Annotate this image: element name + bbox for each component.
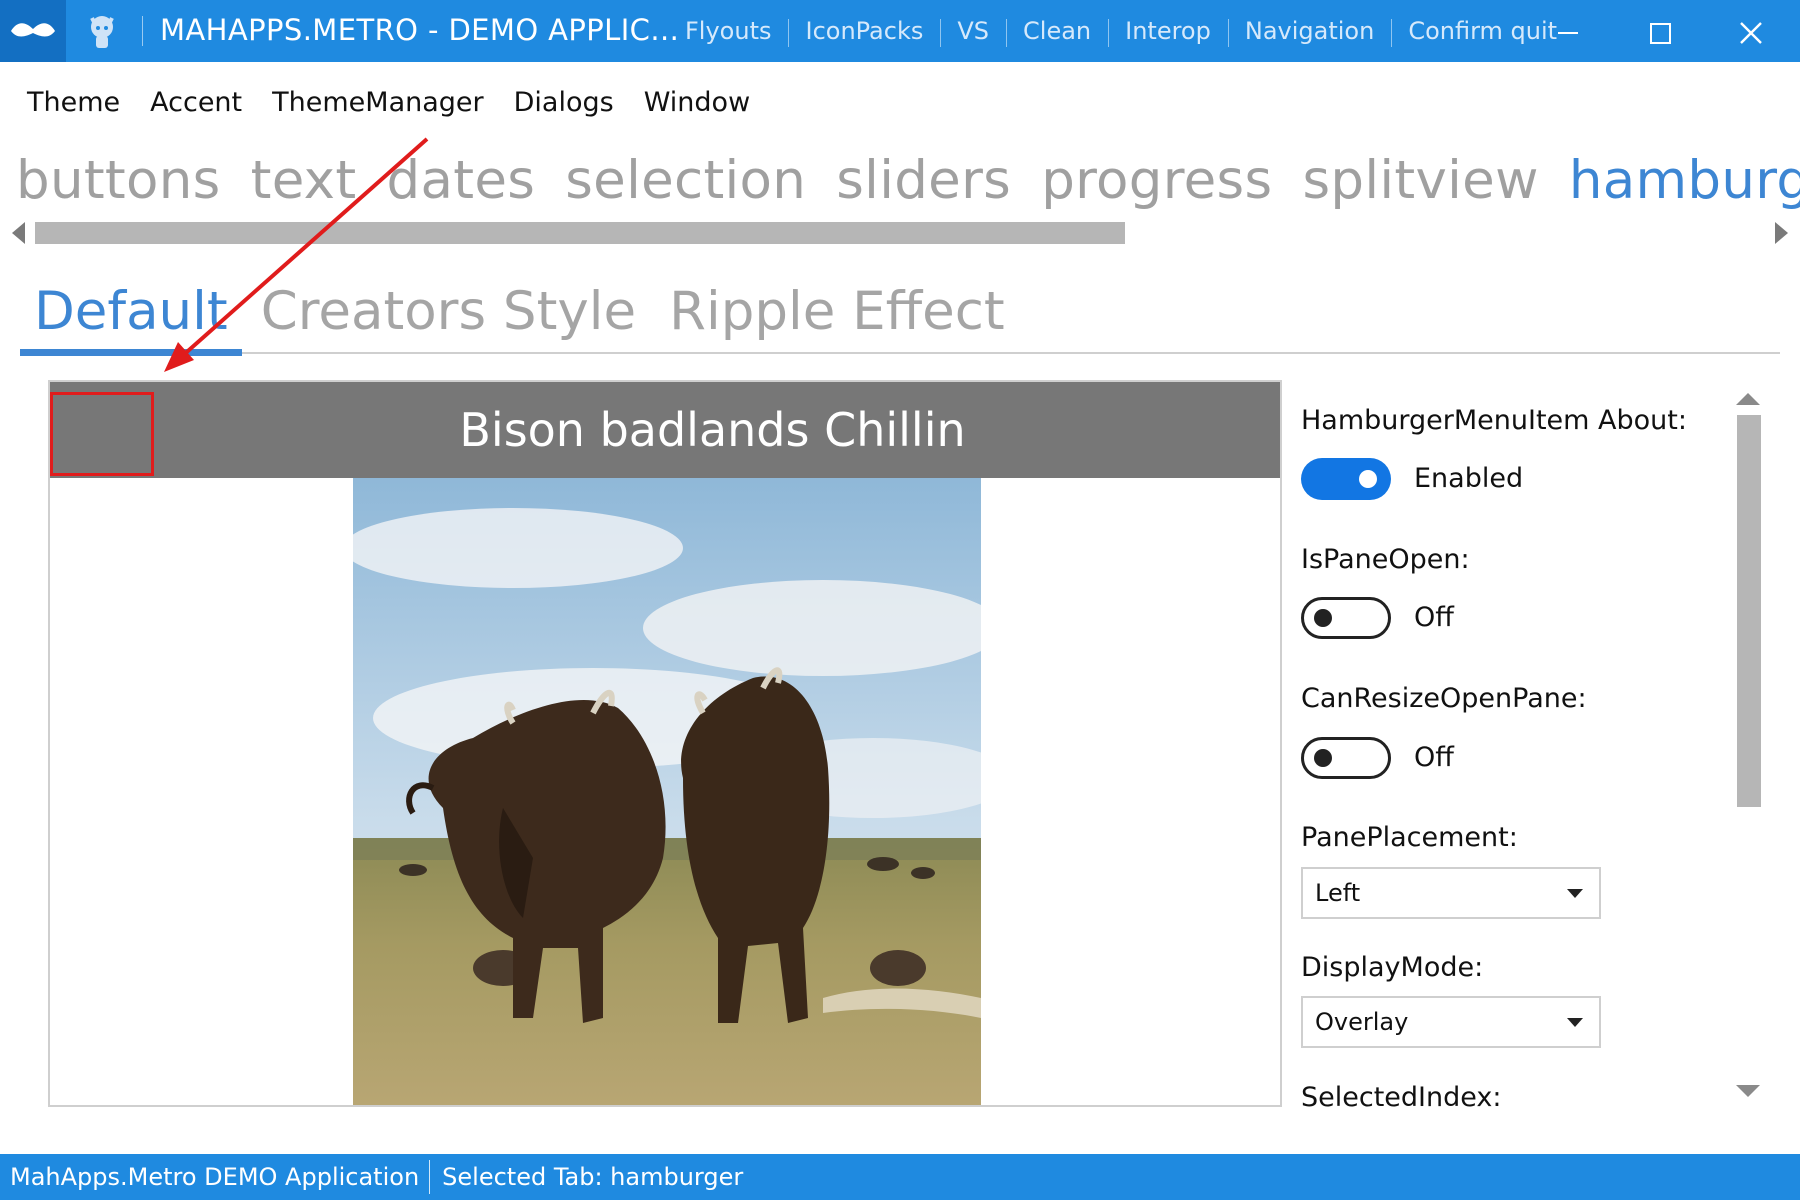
minimize-button[interactable] xyxy=(1524,0,1614,62)
tab-hamburger[interactable]: hamburger xyxy=(1569,150,1800,211)
can-resize-label: CanResizeOpenPane: xyxy=(1301,683,1587,714)
title-separator xyxy=(142,16,143,46)
tab-selection[interactable]: selection xyxy=(565,150,806,211)
pane-placement-label: PanePlacement: xyxy=(1301,822,1518,853)
menu-thememanager[interactable]: ThemeManager xyxy=(257,87,498,118)
iconpacks-command[interactable]: IconPacks xyxy=(788,17,940,47)
pane-open-label: IsPaneOpen: xyxy=(1301,544,1470,575)
tab-splitview[interactable]: splitview xyxy=(1302,150,1538,211)
about-item-state: Enabled xyxy=(1414,463,1524,494)
can-resize-toggle[interactable] xyxy=(1301,737,1391,779)
main-tab-strip: buttons text dates selection sliders pro… xyxy=(16,150,1800,220)
window-commands: Flyouts IconPacks VS Clean Interop Navig… xyxy=(668,0,1574,62)
pane-open-state: Off xyxy=(1414,602,1454,633)
close-icon xyxy=(1740,22,1762,44)
display-mode-value: Overlay xyxy=(1315,1008,1409,1036)
scroll-right-icon[interactable] xyxy=(1775,222,1788,244)
title-bar: MAHAPPS.METRO - DEMO APPLIC... Flyouts I… xyxy=(0,0,1800,62)
scrollbar-thumb[interactable] xyxy=(35,222,1125,244)
hamburger-menu-demo: Bison badlands Chillin xyxy=(48,380,1282,1107)
clean-command[interactable]: Clean xyxy=(1006,17,1108,47)
interop-command[interactable]: Interop xyxy=(1108,17,1228,47)
mahapps-logo-icon[interactable] xyxy=(0,0,66,62)
hamburger-settings-panel: HamburgerMenuItem About: Enabled IsPaneO… xyxy=(1301,380,1721,1120)
sub-tab-strip: Default Creators Style Ripple Effect xyxy=(20,270,1780,356)
subtab-default[interactable]: Default xyxy=(20,270,242,356)
window-title: MAHAPPS.METRO - DEMO APPLIC... xyxy=(160,13,680,47)
selected-index-label: SelectedIndex: xyxy=(1301,1082,1502,1113)
maximize-button[interactable] xyxy=(1614,0,1704,62)
github-icon[interactable] xyxy=(84,12,120,50)
scroll-up-icon[interactable] xyxy=(1736,393,1760,405)
subtab-creators-style[interactable]: Creators Style xyxy=(247,270,650,354)
menu-window[interactable]: Window xyxy=(629,87,765,118)
menu-bar: Theme Accent ThemeManager Dialogs Window xyxy=(0,62,1800,142)
chevron-down-icon xyxy=(1567,889,1583,898)
about-item-label: HamburgerMenuItem About: xyxy=(1301,405,1687,436)
menu-dialogs[interactable]: Dialogs xyxy=(499,87,629,118)
display-mode-combobox[interactable]: Overlay xyxy=(1301,996,1601,1048)
menu-accent[interactable]: Accent xyxy=(135,87,257,118)
settings-vertical-scrollbar[interactable] xyxy=(1730,385,1770,1105)
tab-text[interactable]: text xyxy=(251,150,357,211)
tab-horizontal-scrollbar[interactable] xyxy=(0,218,1800,248)
tab-progress[interactable]: progress xyxy=(1041,150,1272,211)
status-bar: MahApps.Metro DEMO Application Selected … xyxy=(0,1154,1800,1200)
subtab-ripple-effect[interactable]: Ripple Effect xyxy=(655,270,1019,354)
pane-placement-value: Left xyxy=(1315,879,1361,907)
hamburger-toggle-button[interactable] xyxy=(50,392,154,476)
flyouts-command[interactable]: Flyouts xyxy=(668,17,788,45)
vs-command[interactable]: VS xyxy=(940,17,1006,47)
about-item-toggle[interactable] xyxy=(1301,458,1391,500)
tab-dates[interactable]: dates xyxy=(387,150,536,211)
navigation-command[interactable]: Navigation xyxy=(1227,17,1391,47)
pane-placement-combobox[interactable]: Left xyxy=(1301,867,1601,919)
tab-buttons[interactable]: buttons xyxy=(16,150,221,211)
pane-open-toggle[interactable] xyxy=(1301,597,1391,639)
tab-sliders[interactable]: sliders xyxy=(836,150,1011,211)
display-mode-label: DisplayMode: xyxy=(1301,952,1484,983)
status-app-name: MahApps.Metro DEMO Application xyxy=(10,1163,420,1191)
scroll-down-icon[interactable] xyxy=(1736,1085,1760,1097)
menu-theme[interactable]: Theme xyxy=(12,87,135,118)
status-selected-tab: Selected Tab: hamburger xyxy=(429,1160,755,1194)
scroll-left-icon[interactable] xyxy=(12,222,25,244)
scrollbar-thumb[interactable] xyxy=(1737,415,1761,807)
content-title: Bison badlands Chillin xyxy=(459,403,966,457)
chevron-down-icon xyxy=(1567,1018,1583,1027)
bison-photo xyxy=(353,478,981,1105)
close-button[interactable] xyxy=(1706,0,1796,62)
hamburger-header: Bison badlands Chillin xyxy=(50,382,1280,478)
can-resize-state: Off xyxy=(1414,742,1454,773)
